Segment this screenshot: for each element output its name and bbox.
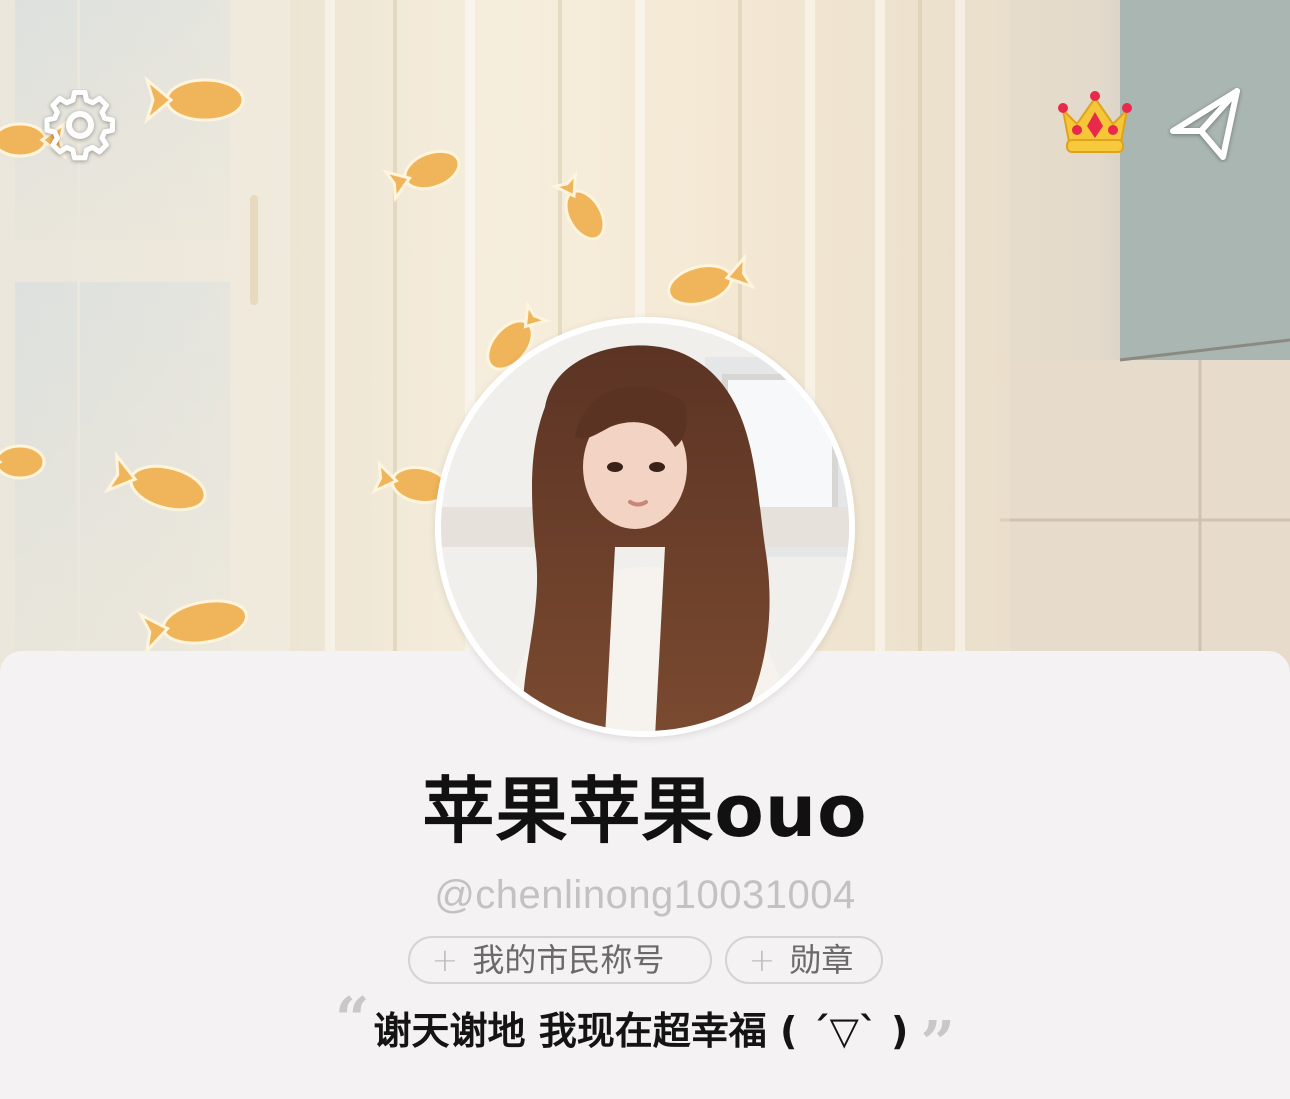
open-quote-icon: “: [335, 985, 370, 1055]
medal-tag-button[interactable]: + 勋章: [724, 936, 883, 984]
settings-button[interactable]: [40, 88, 120, 168]
crown-icon: [1058, 91, 1132, 153]
profile-screen: 苹果苹果ouo @chenlinong10031004 + 我的市民称号 + 勋…: [0, 0, 1290, 1099]
plus-icon: +: [748, 941, 776, 979]
citizen-title-label: 我的市民称号: [472, 941, 665, 979]
nickname: 苹果苹果ouo: [422, 769, 868, 853]
avatar[interactable]: [435, 317, 855, 737]
plus-icon: +: [431, 941, 459, 979]
paper-plane-icon: [1170, 88, 1240, 160]
vip-crown-button[interactable]: [1055, 88, 1135, 158]
bio-text: 谢天谢地 我现在超幸福 ( ´▽` ): [373, 1009, 909, 1053]
medal-label: 勋章: [789, 941, 854, 979]
profile-tags: + 我的市民称号 + 勋章: [0, 936, 1290, 984]
close-quote-icon: ”: [920, 1009, 955, 1079]
bio-signature[interactable]: “谢天谢地 我现在超幸福 ( ´▽` )”: [0, 990, 1290, 1074]
share-button[interactable]: [1165, 85, 1245, 165]
gear-icon: [44, 89, 115, 161]
citizen-title-tag-button[interactable]: + 我的市民称号: [407, 936, 712, 984]
user-handle[interactable]: @chenlinong10031004: [0, 868, 1290, 922]
avatar-photo: [435, 317, 855, 737]
